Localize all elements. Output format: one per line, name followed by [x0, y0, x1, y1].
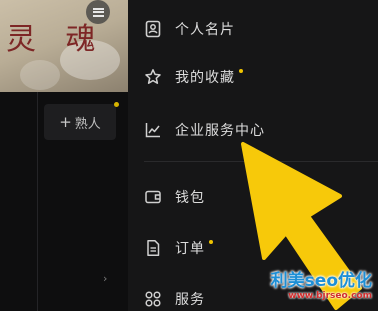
screen: 灵 魂 + 熟人 › 个人名片 我的收藏 企业服务中心 钱包 订单 服务 利美s…: [0, 0, 378, 311]
menu-button[interactable]: [86, 0, 110, 24]
drawer-item-business-card[interactable]: 个人名片: [128, 12, 378, 46]
star-icon: [145, 69, 161, 84]
drawer-item-favorites[interactable]: 我的收藏: [128, 60, 378, 94]
main-page-dimmed[interactable]: 灵 魂 + 熟人 ›: [0, 0, 128, 311]
notification-dot: [239, 69, 243, 73]
drawer-item-label: 钱包: [175, 190, 205, 206]
plus-icon: +: [59, 113, 72, 131]
hamburger-icon: [92, 7, 104, 17]
notification-dot: [209, 240, 213, 244]
watermark: 利美seo优化 www.bjrseo.com: [260, 272, 372, 302]
divider: [37, 92, 38, 311]
chevron-right-icon: ›: [103, 272, 108, 285]
order-icon: [147, 240, 160, 256]
notification-dot: [114, 102, 119, 107]
chart-icon: [145, 123, 160, 138]
id-card-icon: [145, 20, 161, 38]
services-icon: [145, 291, 161, 307]
add-friend-button[interactable]: + 熟人: [44, 104, 116, 140]
drawer-item-label: 我的收藏: [175, 70, 235, 86]
wallet-icon: [145, 190, 161, 204]
watermark-title: 利美seo优化: [270, 271, 372, 291]
drawer-item-label: 服务: [175, 292, 205, 308]
drawer-item-label: 个人名片: [175, 22, 235, 38]
drawer-item-label: 订单: [175, 241, 205, 257]
add-friend-label: 熟人: [74, 116, 101, 132]
watermark-url: www.bjrseo.com: [288, 291, 372, 301]
drawer-item-label: 企业服务中心: [175, 123, 265, 139]
